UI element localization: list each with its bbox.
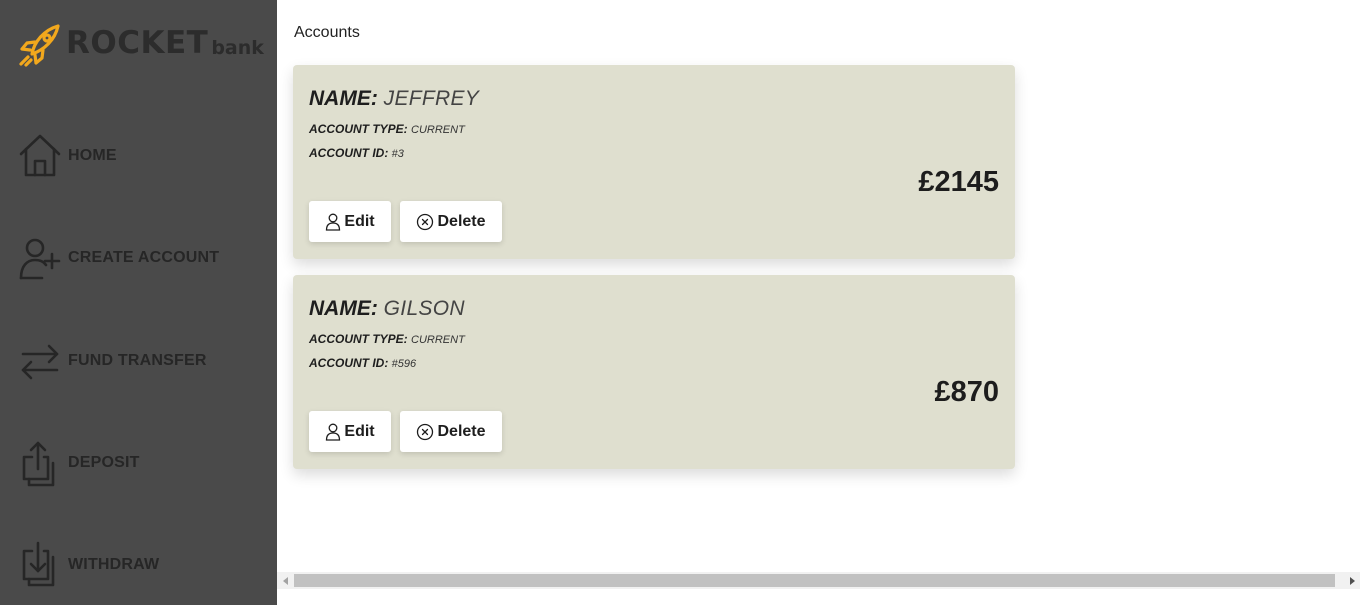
brand-name: ROCKET bbox=[66, 25, 209, 61]
account-type-key: ACCOUNT TYPE: bbox=[309, 122, 408, 136]
scroll-left-arrow-icon[interactable] bbox=[277, 572, 294, 589]
account-type: ACCOUNT TYPE: CURRENT bbox=[309, 332, 465, 346]
account-type: ACCOUNT TYPE: CURRENT bbox=[309, 122, 465, 136]
close-circle-icon bbox=[417, 213, 434, 230]
account-type-key: ACCOUNT TYPE: bbox=[309, 332, 408, 346]
delete-button[interactable]: Delete bbox=[400, 201, 502, 242]
account-id-value: #3 bbox=[391, 148, 404, 160]
horizontal-scrollbar[interactable] bbox=[277, 572, 1360, 589]
transfer-arrows-icon bbox=[21, 344, 59, 380]
sidebar-item-deposit[interactable]: DEPOSIT bbox=[18, 439, 140, 487]
home-icon bbox=[19, 134, 61, 177]
brand-logo[interactable]: ROCKET bank bbox=[18, 22, 264, 68]
sidebar-item-label: CREATE ACCOUNT bbox=[68, 249, 220, 266]
scrollbar-thumb[interactable] bbox=[294, 574, 1335, 587]
sidebar-item-withdraw[interactable]: WITHDRAW bbox=[18, 541, 159, 589]
sidebar-item-label: DEPOSIT bbox=[68, 454, 140, 471]
sidebar-item-fund-transfer[interactable]: FUND TRANSFER bbox=[18, 337, 207, 385]
account-name: NAME: JEFFREY bbox=[309, 87, 479, 111]
sidebar-item-home[interactable]: HOME bbox=[18, 132, 117, 180]
rocket-icon bbox=[19, 24, 60, 67]
account-id-value: #596 bbox=[391, 358, 417, 370]
account-type-value: CURRENT bbox=[411, 124, 465, 136]
account-id-key: ACCOUNT ID: bbox=[309, 146, 389, 160]
edit-button[interactable]: Edit bbox=[309, 411, 391, 452]
account-balance: £2145 bbox=[918, 166, 999, 198]
app-root: ROCKET bank HOME CREATE ACCOUNT FUND TRA… bbox=[0, 0, 1360, 605]
sidebar-item-label: FUND TRANSFER bbox=[68, 352, 207, 369]
account-name-key: NAME: bbox=[309, 297, 378, 320]
account-name-key: NAME: bbox=[309, 87, 378, 110]
account-card: NAME: JEFFREY ACCOUNT TYPE: CURRENT ACCO… bbox=[293, 65, 1015, 259]
edit-button-label: Edit bbox=[344, 212, 375, 230]
account-name-value: GILSON bbox=[383, 297, 465, 320]
brand-sub: bank bbox=[211, 37, 264, 59]
download-icon bbox=[22, 541, 55, 587]
edit-button-label: Edit bbox=[344, 422, 375, 440]
account-id: ACCOUNT ID: #596 bbox=[309, 356, 416, 370]
main-content: Accounts NAME: JEFFREY ACCOUNT TYPE: CUR… bbox=[277, 0, 1360, 605]
account-card: NAME: GILSON ACCOUNT TYPE: CURRENT ACCOU… bbox=[293, 275, 1015, 469]
sidebar-item-label: HOME bbox=[68, 147, 117, 164]
sidebar-item-label: WITHDRAW bbox=[68, 556, 160, 573]
account-id-key: ACCOUNT ID: bbox=[309, 356, 389, 370]
upload-icon bbox=[22, 441, 55, 487]
account-name-value: JEFFREY bbox=[383, 87, 480, 110]
scroll-right-arrow-icon[interactable] bbox=[1343, 572, 1360, 589]
delete-button[interactable]: Delete bbox=[400, 411, 502, 452]
account-name: NAME: GILSON bbox=[309, 297, 465, 321]
account-type-value: CURRENT bbox=[411, 334, 465, 346]
page-title: Accounts bbox=[294, 24, 360, 41]
user-icon bbox=[326, 213, 341, 231]
user-icon bbox=[326, 423, 341, 441]
add-user-icon bbox=[19, 238, 61, 280]
account-balance: £870 bbox=[934, 376, 999, 408]
close-circle-icon bbox=[417, 423, 434, 440]
delete-button-label: Delete bbox=[437, 422, 486, 440]
delete-button-label: Delete bbox=[437, 212, 486, 230]
sidebar-item-create-account[interactable]: CREATE ACCOUNT bbox=[18, 234, 219, 282]
sidebar: ROCKET bank HOME CREATE ACCOUNT FUND TRA… bbox=[0, 0, 277, 605]
account-id: ACCOUNT ID: #3 bbox=[309, 146, 404, 160]
edit-button[interactable]: Edit bbox=[309, 201, 391, 242]
